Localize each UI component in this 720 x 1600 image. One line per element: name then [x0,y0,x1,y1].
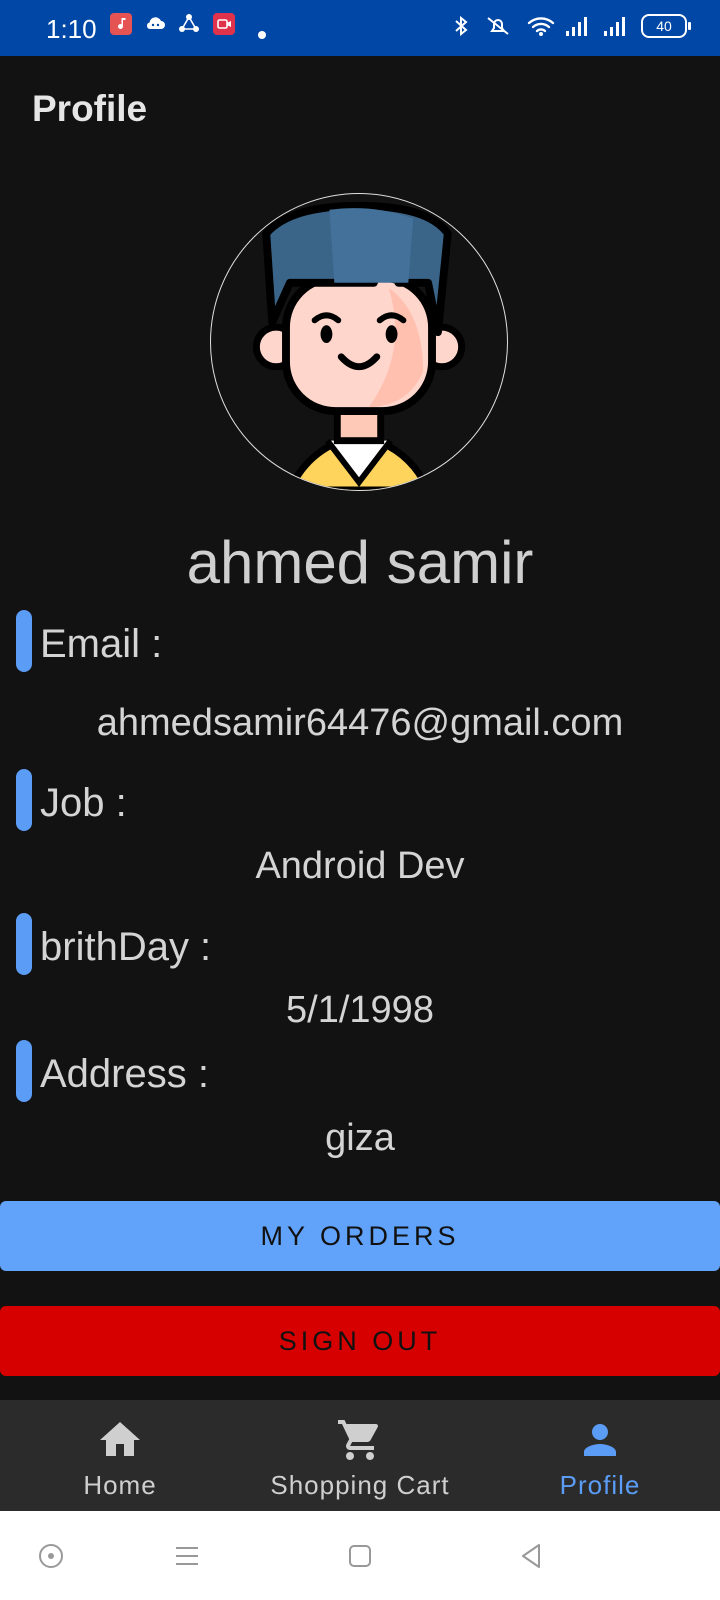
signal-icon [565,15,587,37]
birthday-label: brithDay : [40,925,212,969]
job-value: Android Dev [255,845,465,887]
share-icon [178,13,200,35]
status-time: 1:10 [46,14,97,44]
silent-icon [484,15,512,37]
back-icon[interactable] [516,1541,546,1571]
email-value: ahmedsamir64476@gmail.com [96,702,624,744]
field-accent-bar [16,1040,32,1102]
job-label: Job : [40,781,127,825]
nav-label-shopping-cart: Shopping Cart [270,1470,450,1500]
email-label: Email : [40,622,163,666]
nav-item-home[interactable]: Home [0,1400,240,1511]
status-bar: 1:10 40 [0,0,720,56]
battery-indicator: 40 [641,14,691,38]
page-title: Profile [32,88,148,129]
assistant-icon[interactable] [36,1541,66,1571]
nav-item-shopping-cart[interactable]: Shopping Cart [240,1400,480,1511]
signal-icon [603,15,625,37]
my-orders-button[interactable]: MY ORDERS [0,1201,720,1271]
system-navigation-bar [0,1511,720,1600]
nav-label-profile: Profile [559,1470,641,1500]
wifi-icon [527,15,557,37]
person-icon [576,1416,624,1464]
bottom-navigation: Home Shopping Cart Profile [0,1400,720,1511]
sign-out-button[interactable]: SIGN OUT [0,1306,720,1376]
nav-item-profile[interactable]: Profile [480,1400,720,1511]
home-icon [96,1416,144,1464]
user-name: ahmed samir [186,529,534,596]
nav-label-home: Home [83,1470,157,1500]
address-value: giza [325,1117,395,1159]
birthday-value: 5/1/1998 [286,989,434,1031]
video-record-icon [213,13,235,35]
field-accent-bar [16,610,32,672]
cloud-game-icon [144,13,166,35]
field-accent-bar [16,913,32,975]
notification-dot [258,31,266,39]
home-square-icon[interactable] [345,1541,375,1571]
address-label: Address : [40,1052,209,1096]
avatar [210,193,508,491]
cart-icon [336,1416,384,1464]
menu-icon[interactable] [172,1541,202,1571]
music-app-icon [110,13,132,35]
field-accent-bar [16,769,32,831]
bluetooth-icon [450,15,472,37]
